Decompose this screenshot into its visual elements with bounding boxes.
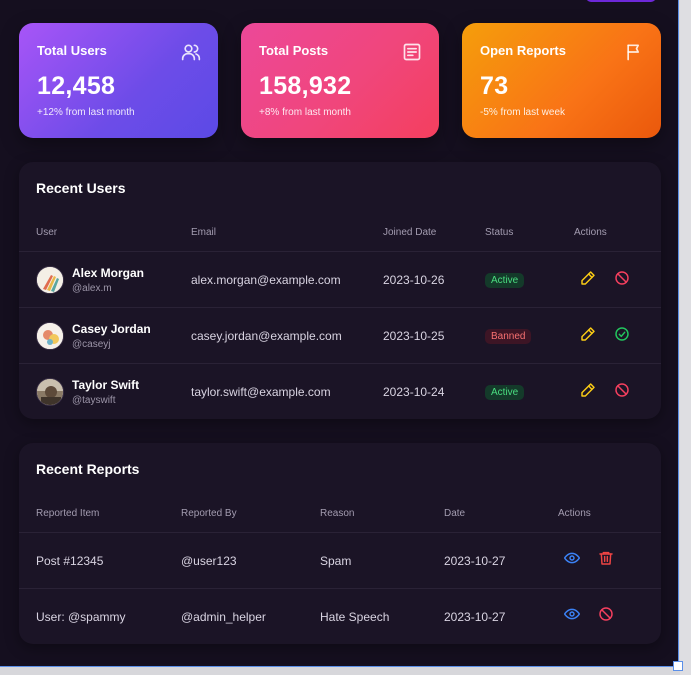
stat-value: 12,458 (37, 72, 116, 100)
joined-date: 2023-10-25 (383, 329, 445, 343)
view-icon[interactable] (564, 606, 580, 622)
top-action-button[interactable] (586, 0, 656, 2)
column-header-date: Date (444, 508, 466, 519)
column-header-reason: Reason (320, 508, 355, 519)
stat-card-total-posts: Total Posts 158,932 +8% from last month (241, 23, 439, 138)
user-handle: @alex.m (72, 283, 112, 294)
reported-item: User: @spammy (36, 610, 126, 624)
user-handle: @tayswift (72, 395, 116, 406)
reported-by: @user123 (181, 554, 237, 568)
status-badge: Active (485, 385, 525, 400)
joined-date: 2023-10-26 (383, 273, 445, 287)
report-reason: Spam (320, 554, 352, 568)
flag-icon (627, 44, 639, 61)
user-email: taylor.swift@example.com (191, 385, 331, 399)
column-header-email: Email (191, 227, 217, 238)
user-email: casey.jordan@example.com (191, 329, 342, 343)
joined-date: 2023-10-24 (383, 385, 445, 399)
panel-title: Recent Users (36, 180, 126, 196)
table-row: Taylor Swift @tayswift taylor.swift@exam… (19, 363, 661, 419)
avatar (36, 322, 64, 350)
stat-change: -5% from last week (480, 107, 566, 118)
resize-handle[interactable] (673, 661, 683, 671)
user-name: Taylor Swift (72, 378, 140, 392)
users-icon (181, 44, 201, 61)
user-handle: @caseyj (72, 339, 111, 350)
column-header-actions: Actions (574, 227, 607, 238)
report-date: 2023-10-27 (444, 554, 506, 568)
scrollbar-track[interactable] (680, 0, 691, 675)
document-icon (403, 43, 421, 61)
edit-icon[interactable] (580, 270, 596, 286)
stat-card-open-reports: Open Reports 73 -5% from last week (462, 23, 661, 138)
stat-value: 73 (480, 72, 509, 100)
reported-by: @admin_helper (181, 610, 266, 624)
column-header-reported-item: Reported Item (36, 508, 100, 519)
ban-icon[interactable] (614, 382, 630, 398)
recent-users-panel: Recent Users User Email Joined Date Stat… (19, 162, 661, 419)
stat-title: Total Users (37, 43, 107, 58)
ban-icon[interactable] (598, 606, 614, 622)
column-header-user: User (36, 227, 58, 238)
user-email: alex.morgan@example.com (191, 273, 341, 287)
table-row: Casey Jordan @caseyj casey.jordan@exampl… (19, 307, 661, 363)
table-row: Alex Morgan @alex.m alex.morgan@example.… (19, 251, 661, 307)
edit-icon[interactable] (580, 326, 596, 342)
user-name: Casey Jordan (72, 322, 151, 336)
edit-icon[interactable] (580, 382, 596, 398)
unban-check-icon[interactable] (614, 326, 630, 342)
delete-icon[interactable] (598, 550, 614, 566)
ban-icon[interactable] (614, 270, 630, 286)
avatar (36, 266, 64, 294)
user-name: Alex Morgan (72, 266, 145, 280)
status-badge: Active (485, 273, 525, 288)
stat-value: 158,932 (259, 72, 352, 100)
panel-title: Recent Reports (36, 461, 140, 477)
status-badge: Banned (485, 329, 532, 344)
view-icon[interactable] (564, 550, 580, 566)
table-row: User: @spammy @admin_helper Hate Speech … (19, 588, 661, 644)
stat-title: Total Posts (259, 43, 329, 58)
stat-card-total-users: Total Users 12,458 +12% from last month (19, 23, 218, 138)
column-header-status: Status (485, 227, 514, 238)
stat-change: +8% from last month (259, 107, 351, 118)
report-reason: Hate Speech (320, 610, 390, 624)
dashboard-viewport: Total Users 12,458 +12% from last month … (0, 0, 679, 667)
stat-change: +12% from last month (37, 107, 135, 118)
table-row: Post #12345 @user123 Spam 2023-10-27 (19, 532, 661, 588)
recent-reports-panel: Recent Reports Reported Item Reported By… (19, 443, 661, 644)
column-header-reported-by: Reported By (181, 508, 237, 519)
column-header-actions: Actions (558, 508, 591, 519)
column-header-joined-date: Joined Date (383, 227, 437, 238)
stat-title: Open Reports (480, 43, 566, 58)
reported-item: Post #12345 (36, 554, 104, 568)
avatar (36, 378, 64, 406)
report-date: 2023-10-27 (444, 610, 506, 624)
